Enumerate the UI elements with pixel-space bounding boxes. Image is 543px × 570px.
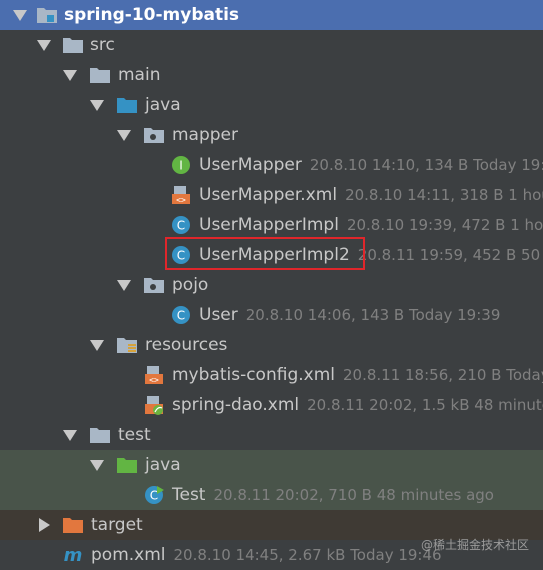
class-icon: C <box>172 216 190 234</box>
chevron-right-icon[interactable] <box>36 510 52 540</box>
tree-file-label: UserMapper.xml 20.8.10 14:11, 318 B 1 hou <box>199 180 543 210</box>
file-name: pom.xml <box>91 545 166 565</box>
tree-file-label: mybatis-config.xml 20.8.11 18:56, 210 B T… <box>172 360 543 390</box>
watermark: @稀土掘金技术社区 <box>420 538 529 552</box>
file-name: mybatis-config.xml <box>172 365 335 385</box>
file-meta: 20.8.11 19:59, 452 B 50 <box>357 246 541 264</box>
file-name: UserMapper <box>199 155 302 175</box>
tree-row-java-test[interactable]: java <box>0 450 543 480</box>
tree-row-project[interactable]: spring-10-mybatis <box>0 0 543 30</box>
tree-row-test[interactable]: test <box>0 420 543 450</box>
tree-row-spring-dao[interactable]: spring-dao.xml 20.8.11 20:02, 1.5 kB 48 m… <box>0 390 543 420</box>
spring-xml-file-icon <box>145 396 163 415</box>
svg-text:C: C <box>150 489 158 503</box>
file-name: spring-dao.xml <box>172 395 300 415</box>
tree-row-user-mapper-impl[interactable]: C UserMapperImpl 20.8.10 19:39, 472 B 1 h… <box>0 210 543 240</box>
chevron-down-icon[interactable] <box>89 330 105 360</box>
xml-file-icon: <> <box>172 186 190 205</box>
tree-file-label: Test 20.8.11 20:02, 710 B 48 minutes ago <box>172 480 494 510</box>
test-source-folder-icon <box>117 458 137 473</box>
file-name: UserMapperImpl <box>199 215 339 235</box>
file-name: UserMapperImpl2 <box>199 245 350 265</box>
tree-row-mybatis-config[interactable]: <> mybatis-config.xml 20.8.11 18:56, 210 … <box>0 360 543 390</box>
tree-row-resources[interactable]: resources <box>0 330 543 360</box>
svg-text:C: C <box>177 249 185 263</box>
tree-label-src: src <box>90 35 115 55</box>
tree-file-label: spring-dao.xml 20.8.11 20:02, 1.5 kB 48 m… <box>172 390 543 420</box>
chevron-down-icon[interactable] <box>89 90 105 120</box>
svg-text:C: C <box>177 219 185 233</box>
tree-label-project: spring-10-mybatis <box>64 5 240 25</box>
tree-label-mapper: mapper <box>172 125 239 145</box>
file-meta: 20.8.11 20:02, 1.5 kB 48 minute <box>307 396 543 414</box>
tree-label-java-main: java <box>145 95 181 115</box>
tree-file-label: User 20.8.10 14:06, 143 B Today 19:39 <box>199 300 500 330</box>
tree-label-resources: resources <box>145 335 228 355</box>
tree-row-user-mapper-impl2[interactable]: C UserMapperImpl2 20.8.11 19:59, 452 B 50 <box>0 240 543 270</box>
folder-icon <box>63 38 83 53</box>
tree-row-test-class[interactable]: C Test 20.8.11 20:02, 710 B 48 minutes ag… <box>0 480 543 510</box>
tree-label-java-test: java <box>145 455 181 475</box>
svg-text:<>: <> <box>149 376 159 385</box>
tree-row-user[interactable]: C User 20.8.10 14:06, 143 B Today 19:39 <box>0 300 543 330</box>
tree-row-java-main[interactable]: java <box>0 90 543 120</box>
excluded-folder-icon <box>63 518 83 533</box>
module-folder-icon <box>37 8 57 23</box>
file-meta: 20.8.10 14:45, 2.67 kB Today 19:46 <box>173 546 442 564</box>
interface-icon: I <box>172 156 190 174</box>
chevron-down-icon[interactable] <box>89 450 105 480</box>
tree-label-target: target <box>91 515 143 535</box>
tree-row-pojo[interactable]: pojo <box>0 270 543 300</box>
file-name: User <box>199 305 238 325</box>
class-icon: C <box>172 306 190 324</box>
svg-text:I: I <box>179 159 183 173</box>
tree-row-user-mapper-xml[interactable]: <> UserMapper.xml 20.8.10 14:11, 318 B 1 … <box>0 180 543 210</box>
tree-row-user-mapper[interactable]: I UserMapper 20.8.10 14:10, 134 B Today 1… <box>0 150 543 180</box>
file-meta: 20.8.11 20:02, 710 B 48 minutes ago <box>213 486 494 504</box>
tree-label-main: main <box>118 65 161 85</box>
chevron-down-icon[interactable] <box>12 0 28 30</box>
file-meta: 20.8.10 14:06, 143 B Today 19:39 <box>245 306 501 324</box>
test-class-icon: C <box>145 486 164 504</box>
svg-text:m: m <box>64 545 83 565</box>
file-name: Test <box>172 485 206 505</box>
xml-file-icon: <> <box>145 366 163 385</box>
svg-text:<>: <> <box>176 196 186 205</box>
tree-label-pojo: pojo <box>172 275 209 295</box>
tree-row-main[interactable]: main <box>0 60 543 90</box>
tree-row-src[interactable]: src <box>0 30 543 60</box>
tree-file-label: UserMapperImpl 20.8.10 19:39, 472 B 1 ho <box>199 210 543 240</box>
tree-file-label: UserMapperImpl2 20.8.11 19:59, 452 B 50 <box>199 240 540 270</box>
resources-folder-icon <box>117 338 137 353</box>
chevron-down-icon[interactable] <box>62 420 78 450</box>
chevron-down-icon[interactable] <box>116 120 132 150</box>
file-meta: 20.8.11 18:56, 210 B Today <box>342 366 543 384</box>
package-icon <box>144 278 164 293</box>
tree-row-mapper[interactable]: mapper <box>0 120 543 150</box>
chevron-down-icon[interactable] <box>62 60 78 90</box>
chevron-down-icon[interactable] <box>116 270 132 300</box>
file-meta: 20.8.10 14:10, 134 B Today 19: <box>309 156 543 174</box>
maven-icon: m <box>64 545 83 565</box>
file-meta: 20.8.10 19:39, 472 B 1 ho <box>346 216 543 234</box>
tree-file-label: UserMapper 20.8.10 14:10, 134 B Today 19: <box>199 150 543 180</box>
source-folder-icon <box>117 98 137 113</box>
svg-text:C: C <box>177 309 185 323</box>
file-meta: 20.8.10 14:11, 318 B 1 hou <box>345 186 543 204</box>
folder-icon <box>90 68 110 83</box>
tree-label-test: test <box>118 425 151 445</box>
package-icon <box>144 128 164 143</box>
tree-file-label: pom.xml 20.8.10 14:45, 2.67 kB Today 19:4… <box>91 540 442 570</box>
class-icon: C <box>172 246 190 264</box>
file-name: UserMapper.xml <box>199 185 338 205</box>
folder-icon <box>90 428 110 443</box>
chevron-down-icon[interactable] <box>36 30 52 60</box>
